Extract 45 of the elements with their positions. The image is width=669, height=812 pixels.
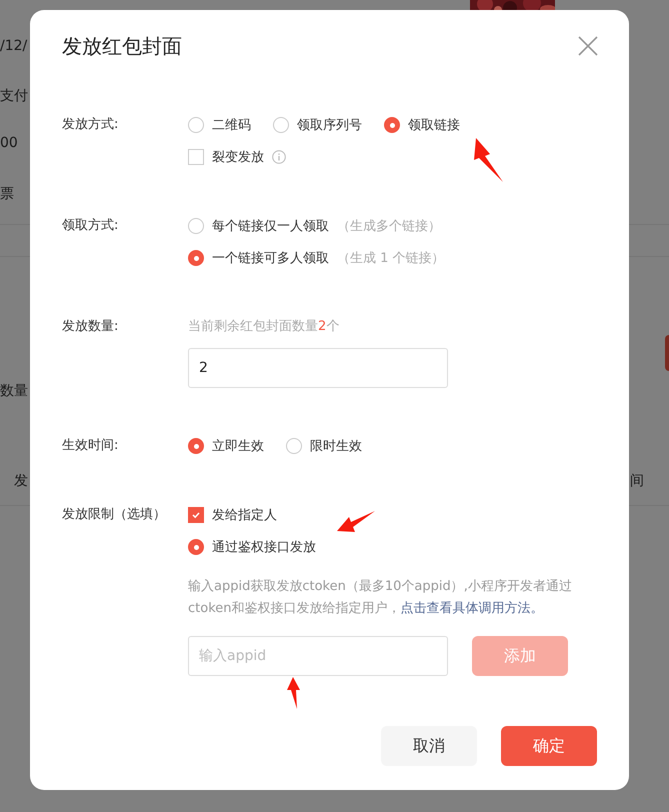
- close-icon[interactable]: [577, 35, 599, 57]
- background-text: 票: [0, 185, 14, 203]
- field-label: 发放限制（选填）: [62, 506, 167, 524]
- radio-button[interactable]: [188, 218, 204, 234]
- radio-option[interactable]: 二维码: [188, 116, 251, 134]
- radio-option[interactable]: 一个链接可多人领取 （生成 1 个链接）: [188, 249, 445, 267]
- radio-option[interactable]: 限时生效: [286, 437, 362, 455]
- help-link[interactable]: 点击查看具体调用方法。: [400, 601, 544, 616]
- check-icon: [191, 510, 201, 520]
- radio-button[interactable]: [384, 117, 400, 133]
- field-label: 发放数量:: [62, 318, 120, 336]
- description-text: 输入appid获取发放ctoken（最多10个appid）,小程序开发者通过ctoken和鉴权接口发放给指定用户，点击查看具体调用方法。: [188, 578, 573, 618]
- checkbox[interactable]: [188, 149, 204, 165]
- quantity-input[interactable]: 2: [188, 348, 448, 388]
- radio-button[interactable]: [188, 438, 204, 454]
- cancel-button[interactable]: 取消: [381, 726, 477, 766]
- radio-button[interactable]: [188, 250, 204, 266]
- radio-option[interactable]: 领取序列号: [273, 116, 362, 134]
- annotation-arrow: [337, 511, 375, 532]
- appid-input[interactable]: 输入appid: [188, 636, 448, 676]
- info-icon[interactable]: [272, 150, 286, 164]
- field-label: 生效时间:: [62, 437, 120, 455]
- background-text: /12/: [0, 38, 28, 54]
- checkbox-option[interactable]: 发给指定人: [188, 506, 277, 524]
- radio-option[interactable]: 领取链接: [384, 116, 460, 134]
- hint-text: 当前剩余红包封面数量2个: [188, 318, 340, 336]
- radio-button[interactable]: [188, 117, 204, 133]
- radio-button[interactable]: [188, 539, 204, 555]
- annotation-arrow: [287, 677, 300, 709]
- annotation-arrow: [474, 138, 503, 182]
- radio-option[interactable]: 通过鉴权接口发放: [188, 538, 316, 556]
- checkbox[interactable]: [188, 507, 204, 523]
- radio-option[interactable]: 每个链接仅一人领取 （生成多个链接）: [188, 217, 441, 235]
- background-text: 发: [14, 472, 28, 490]
- radio-button[interactable]: [286, 438, 302, 454]
- background-text: 间: [630, 472, 644, 490]
- radio-option[interactable]: 立即生效: [188, 437, 264, 455]
- background-text: 支付: [0, 87, 28, 105]
- dialog-title: 发放红包封面: [62, 32, 182, 60]
- field-label: 发放方式:: [62, 116, 120, 134]
- background-text: 数量: [0, 382, 28, 400]
- checkbox-option[interactable]: 裂变发放: [188, 148, 286, 166]
- radio-button[interactable]: [273, 117, 289, 133]
- field-label: 领取方式:: [62, 217, 120, 235]
- background-text: 00: [0, 135, 18, 151]
